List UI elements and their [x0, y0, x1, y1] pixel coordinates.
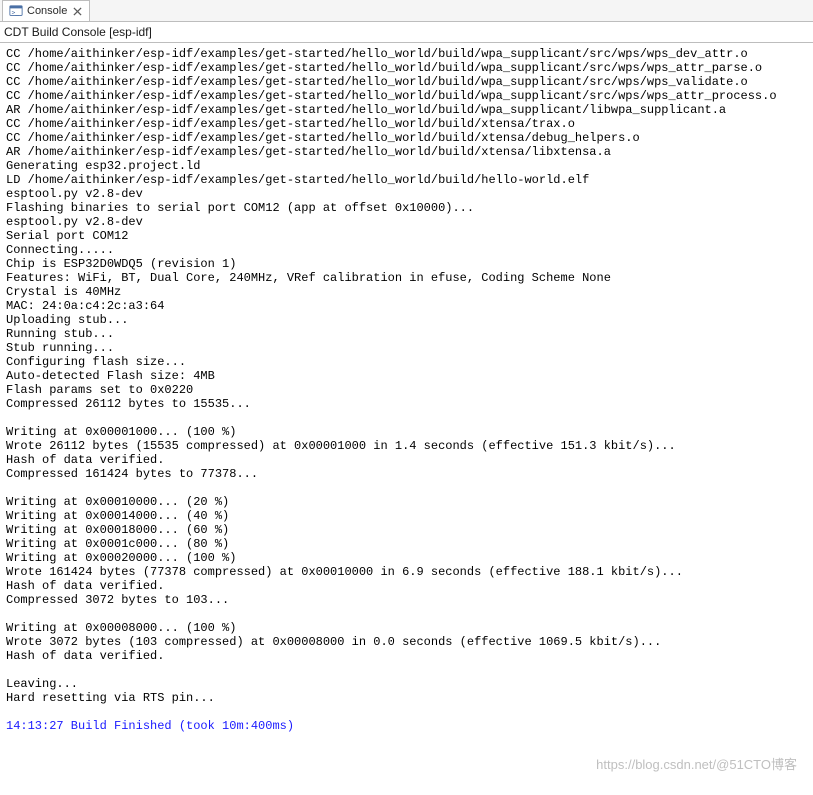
console-line: Hash of data verified. — [6, 649, 811, 663]
console-output[interactable]: CC /home/aithinker/esp-idf/examples/get-… — [0, 43, 813, 795]
console-line: Compressed 161424 bytes to 77378... — [6, 467, 811, 481]
console-line: Auto-detected Flash size: 4MB — [6, 369, 811, 383]
console-line: Hard resetting via RTS pin... — [6, 691, 811, 705]
console-line: CC /home/aithinker/esp-idf/examples/get-… — [6, 75, 811, 89]
console-icon: >_ — [9, 4, 23, 18]
console-line: CC /home/aithinker/esp-idf/examples/get-… — [6, 47, 811, 61]
console-line: Flash params set to 0x0220 — [6, 383, 811, 397]
build-finished-line: 14:13:27 Build Finished (took 10m:400ms) — [6, 719, 811, 733]
console-line: Writing at 0x0001c000... (80 %) — [6, 537, 811, 551]
close-icon — [73, 7, 82, 16]
console-line: LD /home/aithinker/esp-idf/examples/get-… — [6, 173, 811, 187]
console-line: Compressed 26112 bytes to 15535... — [6, 397, 811, 411]
console-line: Chip is ESP32D0WDQ5 (revision 1) — [6, 257, 811, 271]
console-line: Connecting..... — [6, 243, 811, 257]
console-line: Configuring flash size... — [6, 355, 811, 369]
console-line: Hash of data verified. — [6, 453, 811, 467]
console-line: esptool.py v2.8-dev — [6, 187, 811, 201]
console-line: Writing at 0x00010000... (20 %) — [6, 495, 811, 509]
console-line — [6, 607, 811, 621]
console-line: Running stub... — [6, 327, 811, 341]
console-line: Wrote 3072 bytes (103 compressed) at 0x0… — [6, 635, 811, 649]
console-line: Generating esp32.project.ld — [6, 159, 811, 173]
console-line: AR /home/aithinker/esp-idf/examples/get-… — [6, 103, 811, 117]
console-line: Features: WiFi, BT, Dual Core, 240MHz, V… — [6, 271, 811, 285]
console-line: Crystal is 40MHz — [6, 285, 811, 299]
console-line: Wrote 161424 bytes (77378 compressed) at… — [6, 565, 811, 579]
console-line — [6, 663, 811, 677]
console-line: Wrote 26112 bytes (15535 compressed) at … — [6, 439, 811, 453]
console-line: Writing at 0x00008000... (100 %) — [6, 621, 811, 635]
console-line: Compressed 3072 bytes to 103... — [6, 593, 811, 607]
console-line — [6, 481, 811, 495]
tab-bar: >_ Console — [0, 0, 813, 22]
tab-close-button[interactable] — [71, 5, 83, 17]
tab-console[interactable]: >_ Console — [2, 0, 90, 21]
console-line: Leaving... — [6, 677, 811, 691]
console-line: Uploading stub... — [6, 313, 811, 327]
console-line — [6, 411, 811, 425]
console-line: Writing at 0x00018000... (60 %) — [6, 523, 811, 537]
console-line: CC /home/aithinker/esp-idf/examples/get-… — [6, 89, 811, 103]
console-view: >_ Console CDT Build Console [esp-idf] C… — [0, 0, 813, 795]
console-line: AR /home/aithinker/esp-idf/examples/get-… — [6, 145, 811, 159]
console-line: Serial port COM12 — [6, 229, 811, 243]
console-line: Stub running... — [6, 341, 811, 355]
tab-label: Console — [27, 5, 67, 17]
console-line: esptool.py v2.8-dev — [6, 215, 811, 229]
console-line: CC /home/aithinker/esp-idf/examples/get-… — [6, 117, 811, 131]
console-line — [6, 705, 811, 719]
console-line: CC /home/aithinker/esp-idf/examples/get-… — [6, 61, 811, 75]
console-line: Writing at 0x00001000... (100 %) — [6, 425, 811, 439]
console-line: CC /home/aithinker/esp-idf/examples/get-… — [6, 131, 811, 145]
console-line: Flashing binaries to serial port COM12 (… — [6, 201, 811, 215]
console-subtitle: CDT Build Console [esp-idf] — [0, 22, 813, 43]
console-line: Writing at 0x00014000... (40 %) — [6, 509, 811, 523]
console-line: Writing at 0x00020000... (100 %) — [6, 551, 811, 565]
console-line: Hash of data verified. — [6, 579, 811, 593]
console-line: MAC: 24:0a:c4:2c:a3:64 — [6, 299, 811, 313]
svg-text:>_: >_ — [12, 10, 20, 17]
